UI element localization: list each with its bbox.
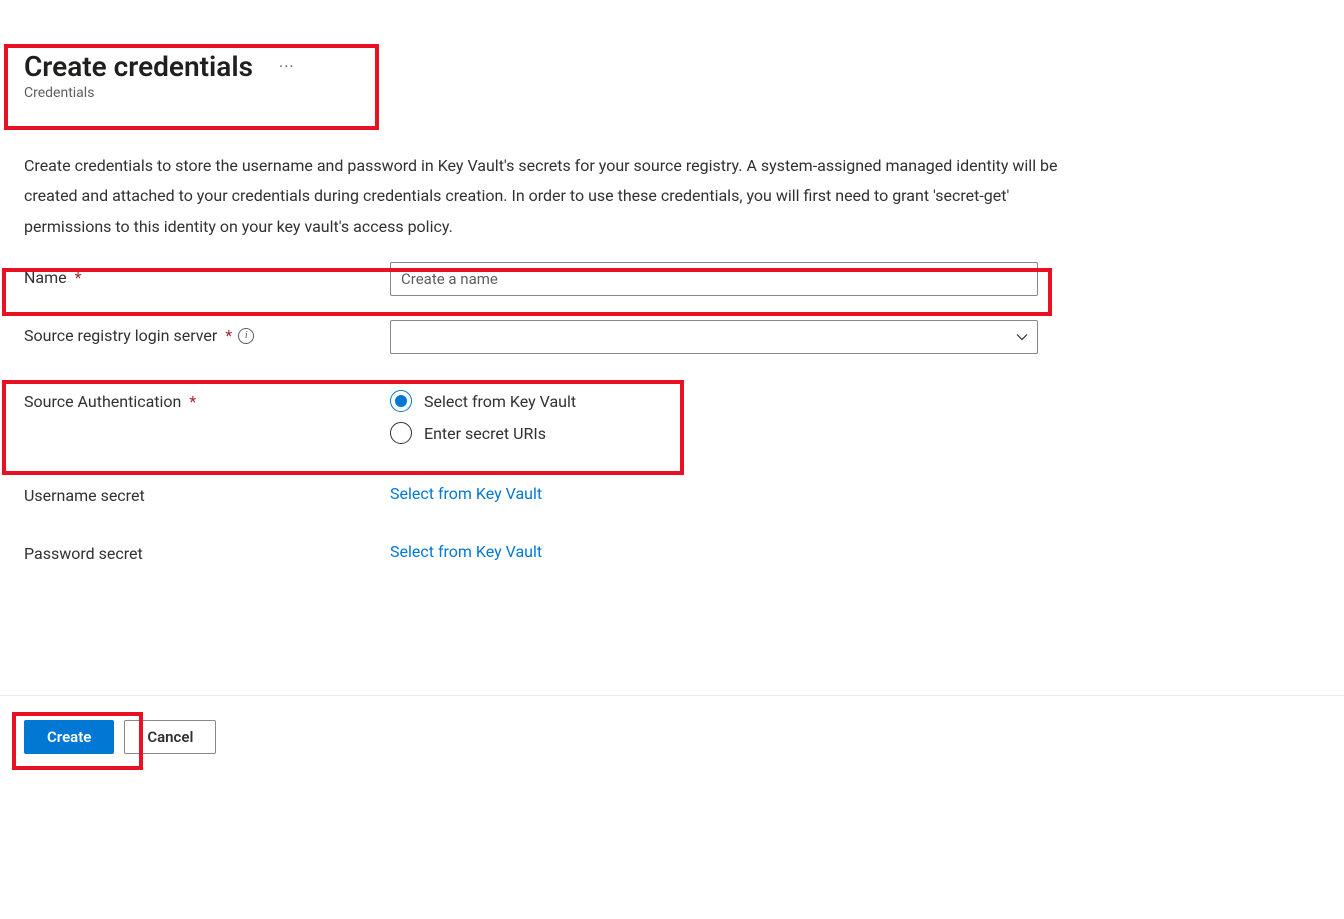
credentials-form: Name * Source registry login server * i xyxy=(0,262,1344,572)
username-secret-label: Username secret xyxy=(24,480,390,505)
page-subtitle: Credentials xyxy=(24,85,1320,101)
source-registry-row: Source registry login server * i xyxy=(24,320,1320,354)
page-header: Create credentials ··· Credentials xyxy=(0,0,1344,111)
footer-actions: Create Cancel xyxy=(0,695,1344,778)
password-secret-label: Password secret xyxy=(24,538,390,563)
source-auth-label: Source Authentication * xyxy=(24,386,390,411)
name-row: Name * xyxy=(24,262,1320,296)
username-secret-label-text: Username secret xyxy=(24,486,145,505)
source-registry-label-text: Source registry login server xyxy=(24,326,217,345)
radio-icon xyxy=(390,390,412,412)
required-indicator: * xyxy=(189,392,196,411)
required-indicator: * xyxy=(225,326,232,345)
page-title: Create credentials xyxy=(24,50,253,83)
password-secret-link[interactable]: Select from Key Vault xyxy=(390,538,542,561)
password-secret-row: Password secret Select from Key Vault xyxy=(24,538,1320,572)
source-registry-label: Source registry login server * i xyxy=(24,320,390,345)
radio-icon xyxy=(390,422,412,444)
radio-label-key-vault: Select from Key Vault xyxy=(424,392,576,411)
info-icon[interactable]: i xyxy=(238,328,254,344)
username-secret-link[interactable]: Select from Key Vault xyxy=(390,480,542,503)
source-auth-row: Source Authentication * Select from Key … xyxy=(24,386,1320,444)
more-actions-button[interactable]: ··· xyxy=(273,55,301,79)
password-secret-label-text: Password secret xyxy=(24,544,143,563)
name-input[interactable] xyxy=(390,262,1038,296)
name-label-text: Name xyxy=(24,268,67,287)
radio-enter-secret-uris[interactable]: Enter secret URIs xyxy=(390,422,1038,444)
cancel-button[interactable]: Cancel xyxy=(124,720,216,754)
create-button[interactable]: Create xyxy=(24,720,114,754)
source-auth-label-text: Source Authentication xyxy=(24,392,181,411)
name-label: Name * xyxy=(24,262,390,287)
radio-label-uris: Enter secret URIs xyxy=(424,424,546,443)
source-auth-radio-group: Select from Key Vault Enter secret URIs xyxy=(390,386,1038,444)
radio-select-key-vault[interactable]: Select from Key Vault xyxy=(390,390,1038,412)
source-registry-select[interactable] xyxy=(390,320,1038,354)
username-secret-row: Username secret Select from Key Vault xyxy=(24,480,1320,514)
required-indicator: * xyxy=(75,268,82,287)
page-description: Create credentials to store the username… xyxy=(0,111,1120,262)
